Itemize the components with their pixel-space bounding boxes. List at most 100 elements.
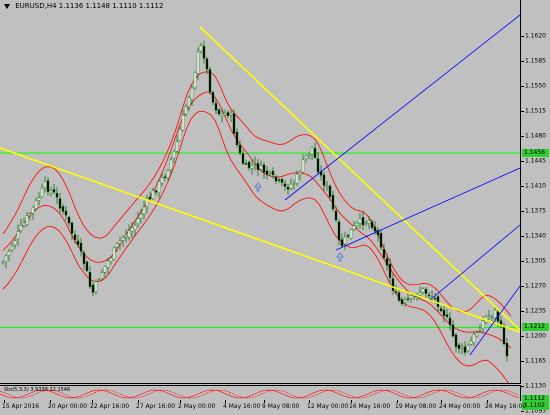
candle-body — [247, 161, 251, 168]
stochastic-subwindow[interactable] — [0, 385, 521, 401]
price-tick — [521, 111, 524, 112]
candle-body — [382, 249, 386, 258]
candle-body — [82, 252, 86, 264]
candle-body — [304, 155, 308, 159]
candle-body — [166, 170, 170, 179]
candle-body — [445, 314, 449, 317]
candle-body — [157, 181, 161, 194]
candle-body — [325, 185, 329, 187]
candle-body — [439, 308, 443, 312]
candle-body — [76, 240, 80, 245]
up-arrow-icon — [254, 182, 262, 192]
candle-body — [1, 261, 5, 264]
candle-body — [352, 225, 356, 230]
candle-body — [34, 200, 38, 209]
channel-line — [335, 167, 520, 251]
candle-body — [109, 257, 113, 262]
candle-body — [289, 183, 293, 189]
channel-line — [429, 224, 520, 301]
candle-body — [481, 320, 485, 329]
price-tick — [521, 261, 524, 262]
candle-body — [40, 187, 44, 197]
candle-body — [295, 173, 299, 184]
candle-body — [463, 346, 467, 353]
candle-body — [505, 342, 509, 357]
main-price-plot[interactable] — [0, 0, 521, 384]
candle-body — [52, 189, 56, 193]
candle-body — [46, 180, 50, 192]
price-label: 1.1620 — [525, 32, 546, 40]
candle-body — [388, 263, 392, 278]
stochastic-main-line — [0, 389, 520, 399]
time-label: 9 May 08:00 — [262, 403, 300, 410]
candle-body — [88, 272, 92, 287]
price-axis[interactable]: 1.1620 1.1585 1.1550 1.1515 1.1480 1.1445 1.14… — [521, 0, 550, 415]
time-tick — [92, 400, 93, 403]
candle-body — [25, 215, 29, 225]
candle-body — [67, 216, 71, 224]
candle-body — [190, 87, 194, 100]
candle-body — [355, 222, 359, 226]
candle-body — [187, 97, 191, 107]
candle-body — [469, 340, 473, 345]
time-label: 26 May 16:00 — [485, 403, 527, 410]
candle-body — [94, 281, 98, 293]
candle-body — [328, 185, 332, 197]
candle-body — [307, 153, 311, 156]
time-label: 22 Apr 16:00 — [90, 403, 130, 410]
time-tick — [397, 400, 398, 403]
candle-body — [457, 344, 461, 349]
candle-body — [286, 186, 290, 190]
candle-body — [115, 243, 119, 248]
candle-body — [415, 296, 419, 298]
candle-body — [397, 292, 401, 301]
candle-body — [31, 206, 35, 214]
price-chart-svg[interactable] — [0, 0, 520, 383]
stochastic-label: Sto(5,3,3) 3.9338 12.1546 — [4, 387, 71, 393]
candle-body — [322, 174, 326, 186]
candle-body — [241, 153, 245, 164]
candle-body — [235, 131, 239, 146]
candle-body — [61, 206, 65, 212]
candle-body — [112, 247, 116, 260]
candle-body — [70, 222, 74, 234]
candle-body — [136, 218, 140, 224]
candle-body — [163, 176, 167, 178]
candle-body — [181, 114, 185, 131]
candle-body — [502, 325, 506, 345]
time-tick — [487, 400, 488, 403]
candle-body — [7, 251, 11, 256]
candle-body — [316, 158, 320, 173]
price-tag: 1.1212 — [522, 323, 549, 332]
price-tick — [521, 61, 524, 62]
price-label: 1.1445 — [525, 157, 546, 165]
candle-body — [490, 315, 494, 318]
candle-body — [10, 246, 14, 250]
candle-body — [493, 310, 497, 319]
price-tick — [521, 236, 524, 237]
candle-body — [151, 190, 155, 200]
candle-body — [385, 258, 389, 266]
candle-body — [331, 194, 335, 210]
candle-body — [178, 129, 182, 141]
candle-body — [79, 242, 83, 252]
dropdown-triangle-icon[interactable] — [4, 3, 10, 9]
price-label: 1.1480 — [525, 132, 546, 140]
candle-body — [421, 288, 425, 293]
price-tick — [521, 361, 524, 362]
price-label: 1.1200 — [525, 332, 546, 340]
candle-body — [283, 183, 287, 187]
candle-body — [193, 72, 197, 88]
price-tag: 1.1456 — [522, 149, 549, 158]
candle-body — [406, 298, 410, 300]
candle-body — [427, 294, 431, 297]
time-axis[interactable]: 15 Apr 2016 20 Apr 00:00 22 Apr 16:00 27 Ap… — [0, 400, 526, 413]
time-tick — [264, 400, 265, 403]
candle-body — [214, 103, 218, 111]
price-tick — [521, 36, 524, 37]
candle-body — [19, 225, 23, 232]
price-label: 1.1515 — [525, 107, 546, 115]
price-label: 1.1550 — [525, 82, 546, 90]
price-label: 1.1165 — [525, 357, 546, 365]
chart-window[interactable]: EURUSD,H4 1.1136 1.1148 1.1110 1.1112 1.… — [0, 0, 550, 415]
